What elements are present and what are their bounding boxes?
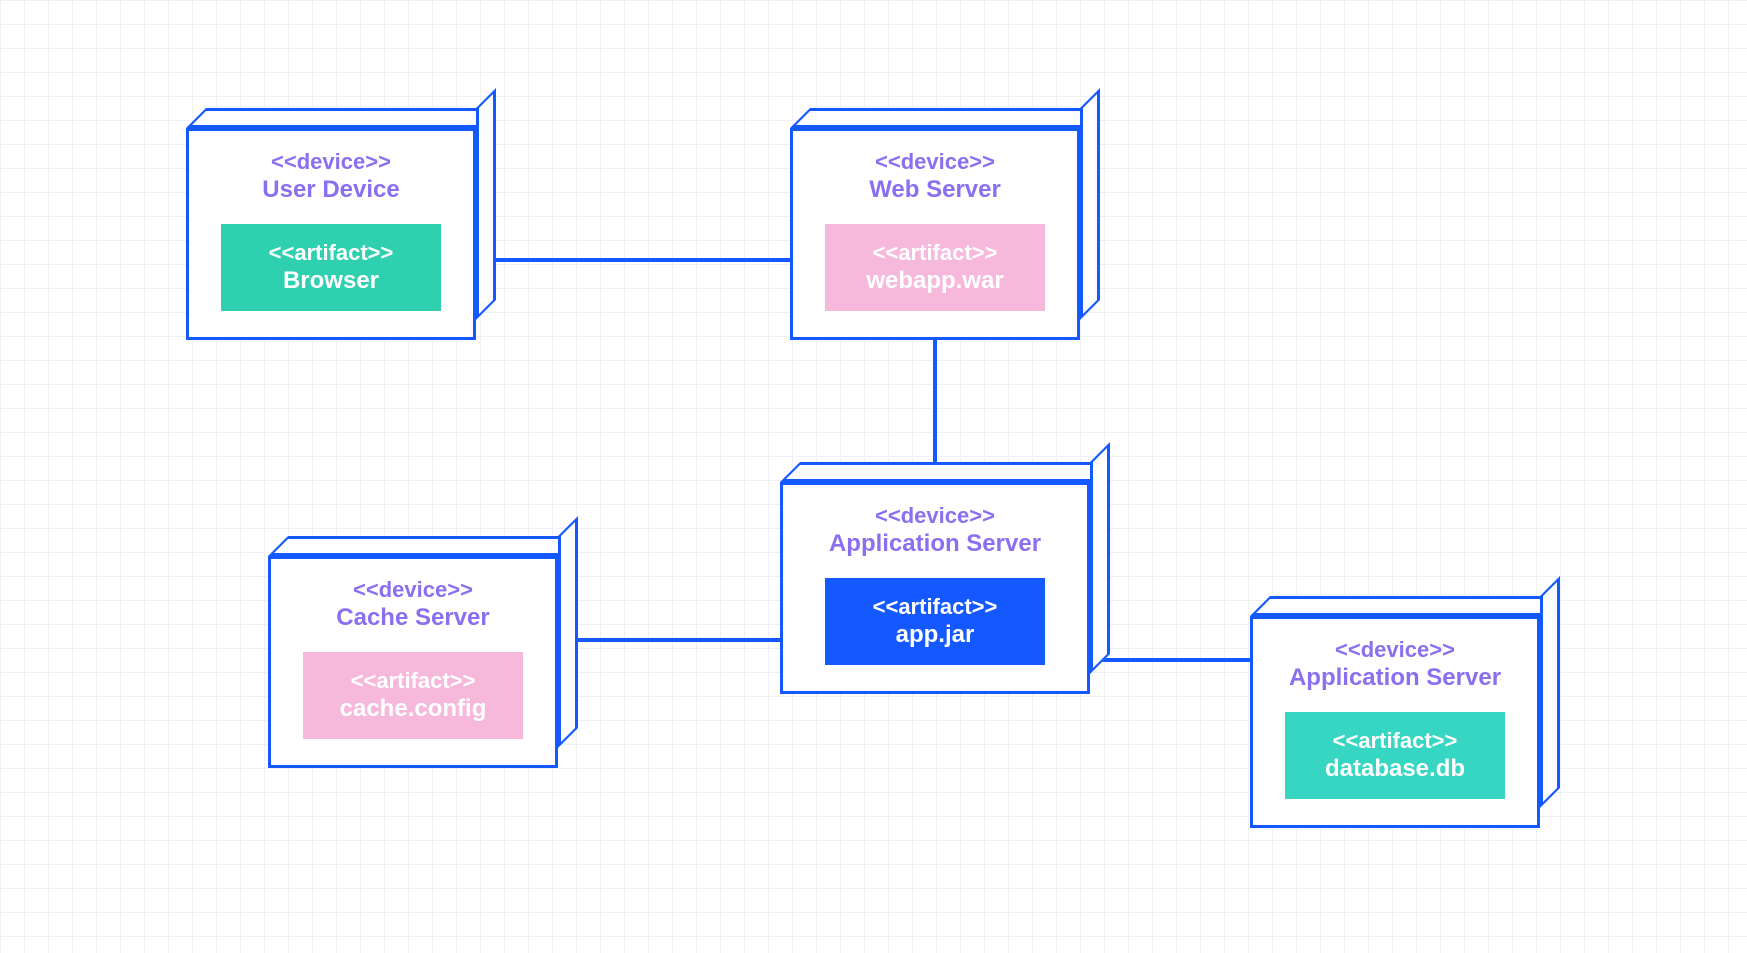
node-stereotype: <<device>> [875,503,995,528]
node-user-device[interactable]: <<device>> User Device <<artifact>> Brow… [186,108,476,340]
node-db-server[interactable]: <<device>> Application Server <<artifact… [1250,596,1540,828]
artifact-cache-config[interactable]: <<artifact>> cache.config [303,652,523,739]
node-title: Cache Server [336,604,489,632]
node-title: Application Server [829,530,1041,558]
diagram-canvas: <<device>> User Device <<artifact>> Brow… [0,0,1747,953]
node-stereotype: <<device>> [353,577,473,602]
artifact-browser[interactable]: <<artifact>> Browser [221,224,441,311]
node-cache-server[interactable]: <<device>> Cache Server <<artifact>> cac… [268,536,558,768]
artifact-webapp-war[interactable]: <<artifact>> webapp.war [825,224,1045,311]
artifact-name: webapp.war [849,267,1021,295]
artifact-stereotype: <<artifact>> [849,240,1021,265]
node-stereotype: <<device>> [271,149,391,174]
artifact-name: database.db [1309,755,1481,783]
node-stereotype: <<device>> [875,149,995,174]
artifact-app-jar[interactable]: <<artifact>> app.jar [825,578,1045,665]
node-application-server[interactable]: <<device>> Application Server <<artifact… [780,462,1090,694]
artifact-name: cache.config [327,695,499,723]
artifact-database-db[interactable]: <<artifact>> database.db [1285,712,1505,799]
artifact-stereotype: <<artifact>> [849,594,1021,619]
node-title: Application Server [1289,664,1501,692]
artifact-stereotype: <<artifact>> [1309,728,1481,753]
node-title: User Device [262,176,399,204]
artifact-stereotype: <<artifact>> [327,668,499,693]
node-stereotype: <<device>> [1335,637,1455,662]
artifact-name: Browser [245,267,417,295]
artifact-stereotype: <<artifact>> [245,240,417,265]
node-title: Web Server [869,176,1001,204]
node-web-server[interactable]: <<device>> Web Server <<artifact>> webap… [790,108,1080,340]
artifact-name: app.jar [849,621,1021,649]
